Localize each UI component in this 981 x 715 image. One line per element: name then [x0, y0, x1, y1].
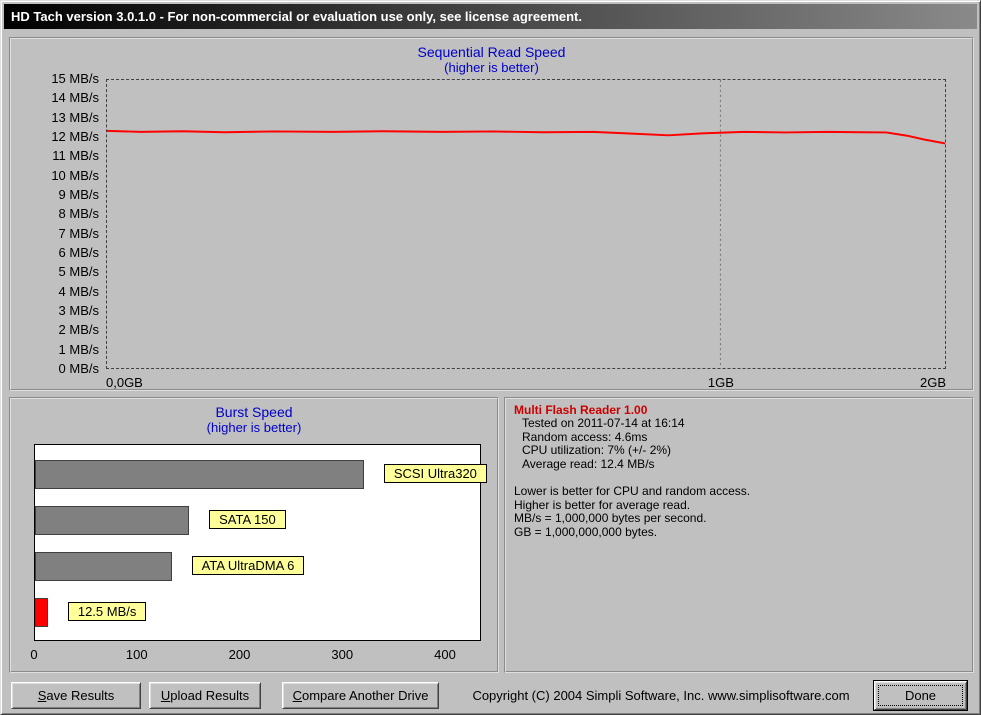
seq-y-tick-label: 4 MB/s	[58, 283, 99, 299]
compare-mnemonic: C	[292, 688, 302, 703]
burst-bar-label: SCSI Ultra320	[383, 464, 487, 483]
compare-label: ompare Another Drive	[301, 688, 429, 703]
burst-x-tick-label: 200	[228, 647, 251, 662]
burst-bar-label: SATA 150	[209, 510, 286, 529]
note-line: Higher is better for average read.	[514, 497, 691, 512]
done-label: Done	[904, 688, 937, 703]
upload-label: pload Results	[170, 688, 250, 703]
note-line: MB/s = 1,000,000 bytes per second.	[514, 511, 707, 525]
seq-x-tick-label: 1GB	[707, 375, 734, 390]
seq-x-axis: 0,0GB 1GB 2GB	[106, 375, 946, 391]
burst-speed-panel: Burst Speed (higher is better) SCSI Ultr…	[9, 397, 499, 673]
burst-x-tick-label: 300	[331, 647, 354, 662]
copyright-text: Copyright (C) 2004 Simpli Software, Inc.…	[472, 688, 850, 703]
seq-y-tick-label: 7 MB/s	[58, 225, 99, 241]
burst-bar	[35, 506, 190, 535]
sequential-read-panel: Sequential Read Speed (higher is better)…	[9, 37, 974, 391]
title-bar[interactable]: HD Tach version 3.0.1.0 - For non-commer…	[4, 4, 977, 29]
seq-chart-title: Sequential Read Speed	[417, 44, 566, 60]
burst-bar-label: ATA UltraDMA 6	[191, 556, 305, 575]
seq-y-tick-label: 0 MB/s	[58, 361, 99, 376]
seq-chart-subtitle: (higher is better)	[444, 60, 539, 75]
seq-y-tick-label: 5 MB/s	[58, 264, 99, 280]
drive-notes: Lower is better for CPU and random acces…	[514, 484, 964, 539]
drive-info-panel: Multi Flash Reader 1.00 Tested on 2011-0…	[504, 397, 974, 673]
seq-y-axis: 15 MB/s 14 MB/s 13 MB/s 12 MB/s 11 MB/s 10 MB…	[11, 71, 101, 379]
burst-bar	[35, 552, 172, 581]
burst-plot: SCSI Ultra320 SATA 150 ATA UltraDMA 6 12.5 …	[34, 444, 487, 641]
drive-name: Multi Flash Reader 1.00	[514, 403, 648, 417]
compare-another-drive-button[interactable]: Compare Another Drive	[282, 682, 439, 709]
burst-bar	[35, 598, 48, 627]
seq-y-tick-label: 6 MB/s	[58, 245, 99, 260]
burst-chart-subtitle: (higher is better)	[206, 420, 302, 435]
burst-x-tick-label: 0	[30, 647, 38, 662]
seq-y-tick-label: 3 MB/s	[58, 303, 99, 318]
burst-x-tick-label: 400	[434, 647, 456, 662]
seq-line-svg	[107, 80, 945, 368]
burst-chart-title: Burst Speed	[215, 404, 293, 420]
seq-y-tick-label: 2 MB/s	[58, 322, 99, 338]
burst-bar	[35, 460, 364, 489]
window-title: HD Tach version 3.0.1.0 - For non-commer…	[11, 9, 582, 24]
seq-y-tick-label: 12 MB/s	[51, 129, 99, 144]
info-tested-line: Tested on 2011-07-14 at 16:14	[522, 416, 685, 430]
info-average-read-line: Average read: 12.4 MB/s	[522, 456, 655, 471]
info-cpu-utilization-line: CPU utilization: 7% (+/- 2%)	[522, 443, 672, 457]
seq-y-tick-label: 1 MB/s	[58, 341, 99, 357]
seq-y-tick-label: 13 MB/s	[51, 109, 99, 125]
note-line: Lower is better for CPU and random acces…	[514, 484, 751, 498]
seq-y-tick-label: 10 MB/s	[51, 167, 99, 183]
seq-y-tick-label: 8 MB/s	[58, 206, 99, 222]
upload-mnemonic: U	[160, 688, 171, 703]
footer-bar: Save Results Upload Results Compare Anot…	[1, 677, 980, 714]
upload-results-button[interactable]: Upload Results	[149, 682, 261, 709]
done-button[interactable]: Done	[874, 681, 967, 710]
seq-y-tick-label: 14 MB/s	[51, 90, 99, 106]
seq-x-tick-label: 0,0GB	[106, 375, 143, 390]
seq-plot-area	[106, 79, 946, 369]
note-line: GB = 1,000,000,000 bytes.	[514, 524, 658, 539]
seq-y-tick-label: 15 MB/s	[51, 71, 99, 86]
burst-x-axis: 0 100 200 300 400	[30, 647, 481, 663]
save-label: ave Results	[46, 688, 115, 703]
sequential-read-line	[107, 129, 945, 145]
seq-y-tick-label: 11 MB/s	[52, 148, 99, 164]
burst-bar-label: 12.5 MB/s	[67, 602, 147, 621]
info-random-access-line: Random access: 4.6ms	[522, 429, 648, 444]
save-results-button[interactable]: Save Results	[11, 682, 141, 709]
hdtach-window: HD Tach version 3.0.1.0 - For non-commer…	[0, 0, 981, 715]
drive-details: Tested on 2011-07-14 at 16:14 Random acc…	[514, 416, 964, 471]
seq-y-tick-label: 9 MB/s	[58, 187, 99, 202]
burst-x-tick-label: 100	[125, 647, 148, 662]
seq-x-tick-label: 2GB	[919, 375, 946, 390]
